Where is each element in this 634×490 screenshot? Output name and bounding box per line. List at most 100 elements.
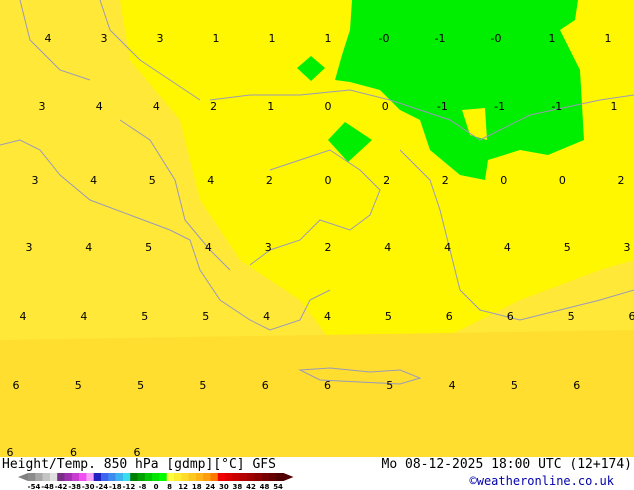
- scale-tick-label: -42: [55, 483, 68, 490]
- scale-tick-label: 54: [273, 483, 283, 490]
- scale-swatch: [108, 473, 116, 481]
- temperature-label: 5: [149, 174, 156, 187]
- scale-swatch: [268, 473, 277, 481]
- scale-swatch: [144, 473, 153, 481]
- scale-swatch: [195, 473, 204, 481]
- temperature-label: 3: [32, 174, 39, 187]
- temperature-label: 5: [511, 379, 518, 392]
- temperature-label: 1: [325, 32, 332, 45]
- temperature-map: 4 3 3 1 1 1 -0 -1 -0 1 1 3 4 4 2 1 0 0 -1 -1 -1 1 3 4 5 4 2 0 2 2 0 0 2 3…: [0, 0, 634, 457]
- temperature-label: 5: [141, 310, 148, 323]
- temperature-label: 6: [573, 379, 580, 392]
- temperature-label: 5: [568, 310, 575, 323]
- map-title: Height/Temp. 850 hPa [gdmp][°C] GFS: [2, 457, 276, 472]
- temperature-label: 0: [500, 174, 507, 187]
- temperature-label: 4: [45, 32, 52, 45]
- temperature-label: 2: [442, 174, 449, 187]
- temperature-label: 5: [75, 379, 82, 392]
- temperature-label: 6: [507, 310, 514, 323]
- scale-swatch: [210, 473, 219, 481]
- temperature-label: -0: [379, 32, 390, 45]
- temperature-label: 4: [263, 310, 270, 323]
- scale-swatch: [115, 473, 124, 481]
- temperature-label: 0: [382, 100, 389, 113]
- scale-swatch: [276, 473, 284, 481]
- temperature-label: 3: [265, 241, 272, 254]
- temperature-label: 3: [157, 32, 164, 45]
- temperature-label: 2: [618, 174, 625, 187]
- temperature-label: 4: [444, 241, 451, 254]
- temperature-label: -1: [435, 32, 446, 45]
- scale-swatch: [225, 473, 233, 481]
- scale-tick-label: 0: [154, 483, 159, 490]
- scale-swatch: [181, 473, 189, 481]
- temperature-label: 6: [262, 379, 269, 392]
- scale-swatch: [93, 473, 102, 481]
- scale-tick-label: 38: [233, 483, 243, 490]
- scale-swatch: [152, 473, 160, 481]
- scale-swatch: [86, 473, 94, 481]
- temperature-label: 4: [324, 310, 331, 323]
- forecast-datetime: Mo 08-12-2025 18:00 UTC (12+174): [381, 457, 632, 472]
- scale-swatch: [254, 473, 262, 481]
- temperature-label: 0: [325, 174, 332, 187]
- scale-swatch: [101, 473, 109, 481]
- map-footer: Height/Temp. 850 hPa [gdmp][°C] GFS Mo 0…: [0, 457, 634, 490]
- temperature-label: 5: [145, 241, 152, 254]
- temperature-label: 4: [207, 174, 214, 187]
- temperature-label: 4: [80, 310, 87, 323]
- field-warm-south: [0, 330, 634, 457]
- temperature-label: 2: [266, 174, 273, 187]
- temperature-label: 4: [85, 241, 92, 254]
- temperature-label: 3: [39, 100, 46, 113]
- temperature-label: 4: [504, 241, 511, 254]
- temperature-label: 6: [13, 379, 20, 392]
- temperature-label: 1: [605, 32, 612, 45]
- scale-tick-label: 48: [260, 483, 270, 490]
- scale-arrow-right: [283, 473, 294, 481]
- temperature-label: -1: [494, 100, 505, 113]
- scale-swatch: [122, 473, 131, 481]
- scale-swatch: [174, 473, 182, 481]
- scale-tick-label: -38: [68, 483, 81, 490]
- scale-tick-label: 8: [167, 483, 172, 490]
- scale-swatch: [217, 473, 226, 481]
- scale-swatch: [166, 473, 175, 481]
- temperature-label: 4: [90, 174, 97, 187]
- temperature-label: 6: [7, 446, 14, 457]
- temperature-label: 5: [202, 310, 209, 323]
- credit-link[interactable]: ©weatheronline.co.uk: [470, 474, 615, 488]
- scale-swatch: [28, 473, 36, 481]
- scale-tick-label: 12: [178, 483, 188, 490]
- temperature-label: 4: [20, 310, 27, 323]
- temperature-label: 3: [624, 241, 631, 254]
- temperature-label: -1: [437, 100, 448, 113]
- scale-arrow-left: [18, 473, 28, 481]
- temperature-label: 1: [269, 32, 276, 45]
- scale-tick-label: -54: [28, 483, 41, 490]
- scale-tick-label: -8: [139, 483, 147, 490]
- temperature-label: 5: [137, 379, 144, 392]
- temperature-label: -1: [551, 100, 562, 113]
- temperature-label: -0: [491, 32, 502, 45]
- scale-tick-label: -12: [123, 483, 136, 490]
- weather-map-view: 4 3 3 1 1 1 -0 -1 -0 1 1 3 4 4 2 1 0 0 -1 -1 -1 1 3 4 5 4 2 0 2 2 0 0 2 3…: [0, 0, 634, 490]
- temperature-label: 4: [96, 100, 103, 113]
- scale-swatch: [49, 473, 58, 481]
- scale-tick-label: 30: [219, 483, 229, 490]
- temperature-label: 4: [384, 241, 391, 254]
- temperature-label: 6: [134, 446, 141, 457]
- temperature-label: 1: [213, 32, 220, 45]
- scale-tick-label: -48: [41, 483, 54, 490]
- scale-tick-label: -30: [82, 483, 95, 490]
- temperature-label: 0: [559, 174, 566, 187]
- scale-swatch: [57, 473, 65, 481]
- temperature-label: 4: [153, 100, 160, 113]
- scale-swatch: [239, 473, 248, 481]
- temperature-label: 6: [629, 310, 634, 323]
- color-scale-legend: -54 -48 -42 -38 -30 -24 -18 -12 -8 0 8 12 18 24 30 38 42…: [18, 473, 294, 490]
- scale-tick-label: -24: [95, 483, 108, 490]
- temperature-label: 1: [549, 32, 556, 45]
- scale-tick-label: 24: [205, 483, 215, 490]
- temperature-label: 0: [325, 100, 332, 113]
